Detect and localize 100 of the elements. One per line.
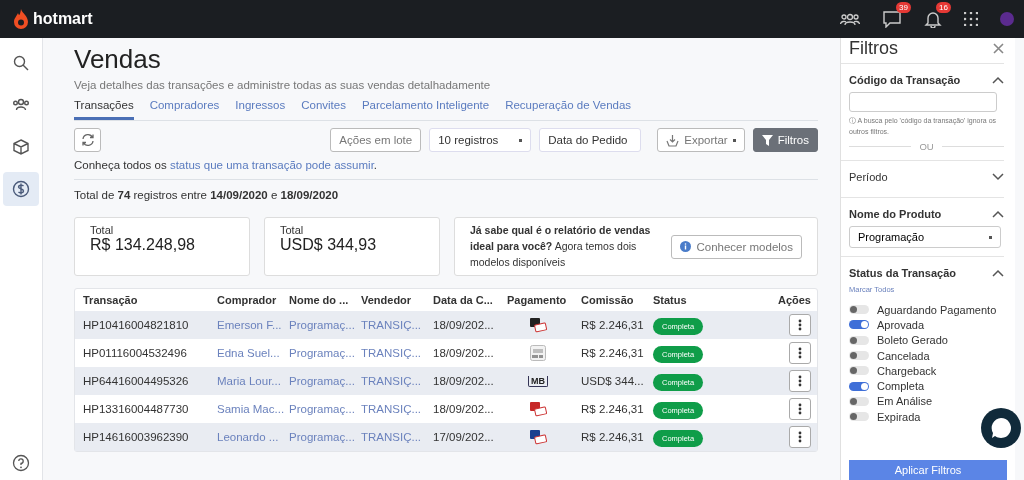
promo-text: Já sabe qual é o relatório de vendas ideal para você? Agora temos dois modelos disponíveis — [470, 223, 652, 270]
batch-actions-button[interactable]: Ações em lote — [330, 128, 422, 152]
buyer-link[interactable]: Leonardo ... — [209, 431, 281, 444]
table-cell-text: 18/09/202... — [432, 319, 495, 332]
buyer-link[interactable]: Edna Suel... — [209, 347, 281, 360]
column-header: Comissão — [580, 294, 635, 307]
apps-grid-icon[interactable] — [964, 12, 978, 26]
toggle-switch[interactable] — [849, 366, 869, 376]
product-link[interactable]: Programaç... — [281, 347, 353, 360]
seller-link[interactable]: TRANSIÇ... — [353, 319, 425, 332]
apply-filters-button[interactable]: Aplicar Filtros — [849, 460, 1007, 480]
table-cell-text: HP01116004532496 — [82, 347, 188, 360]
kebab-icon — [798, 403, 802, 416]
seller-link[interactable]: TRANSIÇ... — [353, 375, 425, 388]
section-title: Período — [849, 171, 888, 183]
dollar-icon — [12, 180, 30, 198]
more-actions-button[interactable] — [789, 342, 811, 365]
status-option-label: Aguardando Pagamento — [877, 303, 997, 316]
section-title: Status da Transação — [849, 267, 956, 279]
close-icon[interactable] — [993, 43, 1004, 54]
product-select[interactable]: Programação — [849, 226, 1001, 248]
product-link[interactable]: Programaç... — [281, 403, 353, 416]
chevron-up-icon[interactable] — [992, 269, 1004, 277]
chat-button[interactable] — [981, 408, 1021, 448]
panel-title: Filtros — [849, 38, 898, 59]
more-actions-button[interactable] — [789, 426, 811, 449]
toggle-switch[interactable] — [849, 396, 869, 406]
more-actions-button[interactable] — [789, 370, 811, 393]
more-actions-button[interactable] — [789, 398, 811, 421]
column-header: Ações — [776, 294, 812, 307]
card-icon — [529, 401, 547, 418]
product-link[interactable]: Programaç... — [281, 375, 353, 388]
buyer-link[interactable]: Emerson F... — [209, 319, 281, 332]
table-cell-text: R$ 2.246,31 — [580, 347, 645, 360]
filters-button[interactable]: Filtros — [752, 128, 818, 152]
tab[interactable]: Compradores — [149, 96, 220, 120]
table-cell-text: USD$ 344... — [580, 375, 645, 388]
toggle-switch[interactable] — [849, 412, 869, 422]
table-cell-text: R$ 2.246,31 — [580, 319, 645, 332]
info-icon — [680, 241, 692, 253]
toggle-switch[interactable] — [849, 381, 869, 391]
product-link[interactable]: Programaç... — [281, 319, 353, 332]
column-header: Status — [652, 294, 688, 307]
export-button[interactable]: Exportar — [657, 128, 745, 152]
transaction-code-field[interactable] — [849, 92, 997, 112]
funnel-icon — [761, 134, 773, 146]
tab[interactable]: Ingressos — [235, 96, 286, 120]
seller-link[interactable]: TRANSIÇ... — [353, 431, 425, 444]
status-option-label: Cancelada — [877, 349, 930, 362]
status-option-label: Em Análise — [877, 395, 933, 408]
table-cell-text: HP10416004821810 — [82, 319, 190, 332]
message-count-badge: 39 — [896, 2, 911, 13]
tab[interactable]: Convites — [301, 96, 346, 120]
page-title: Vendas — [74, 44, 162, 75]
people-icon[interactable] — [840, 12, 860, 26]
toggle-switch[interactable] — [849, 305, 869, 315]
refresh-button[interactable] — [74, 128, 101, 152]
seller-link[interactable]: TRANSIÇ... — [353, 347, 425, 360]
card-value: USD$ 344,93 — [280, 236, 378, 254]
table-cell-text: HP14616003962390 — [82, 431, 190, 444]
help-icon[interactable] — [12, 454, 30, 472]
status-option-label: Boleto Gerado — [877, 334, 948, 347]
tab[interactable]: Transações — [74, 96, 134, 120]
buyer-link[interactable]: Maria Lour... — [209, 375, 281, 388]
column-header: Data da C... — [432, 294, 494, 307]
tab[interactable]: Parcelamento Inteligente — [361, 96, 490, 120]
buyer-link[interactable]: Samia Mac... — [209, 403, 281, 416]
column-header: Transação — [82, 294, 139, 307]
kebab-icon — [798, 375, 802, 388]
column-header: Nome do ... — [288, 294, 350, 307]
billet-icon — [530, 345, 546, 362]
toggle-switch[interactable] — [849, 351, 869, 361]
status-note: Conheça todos os status que uma transação pode assumir. — [74, 159, 818, 180]
tab[interactable]: Recuperação de Vendas — [505, 96, 632, 120]
dollar-nav-item[interactable] — [3, 172, 39, 206]
chevron-down-icon[interactable] — [992, 173, 1004, 181]
chevron-up-icon[interactable] — [992, 76, 1004, 84]
table-cell-text: 18/09/202... — [432, 347, 495, 360]
table-cell-text: 17/09/202... — [432, 431, 495, 444]
product-link[interactable]: Programaç... — [281, 431, 353, 444]
column-header: Pagamento — [506, 294, 568, 307]
chat-icon[interactable] — [882, 10, 902, 28]
table-cell-text: R$ 2.246,31 — [580, 431, 645, 444]
toggle-switch[interactable] — [849, 320, 869, 330]
table-cell-text: HP64416004495326 — [82, 375, 190, 388]
logo-text[interactable]: hotmart — [33, 10, 93, 28]
chevron-up-icon[interactable] — [992, 210, 1004, 218]
payment-method-icon: MB — [528, 375, 548, 387]
learn-models-button[interactable]: Conhecer modelos — [671, 234, 802, 259]
records-select[interactable]: 10 registros — [429, 128, 532, 152]
seller-link[interactable]: TRANSIÇ... — [353, 403, 425, 416]
bell-icon[interactable] — [924, 10, 942, 28]
more-actions-button[interactable] — [789, 314, 811, 337]
column-header: Vendedor — [360, 294, 413, 307]
date-select[interactable]: Data do Pedido — [539, 128, 642, 152]
column-header: Comprador — [216, 294, 278, 307]
status-link[interactable]: status que uma transação pode assumir — [169, 159, 374, 171]
toggle-switch[interactable] — [849, 335, 869, 345]
notification-count-badge: 16 — [936, 2, 951, 13]
section-title: Nome do Produto — [849, 208, 942, 220]
